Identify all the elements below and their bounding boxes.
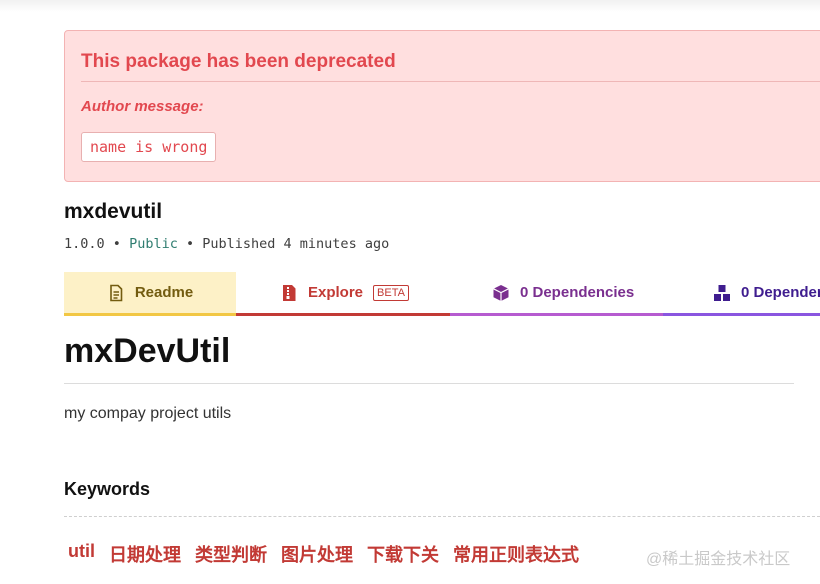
keywords-divider (64, 516, 820, 517)
readme-description: my compay project utils (64, 405, 232, 422)
document-icon (107, 284, 125, 302)
boxes-icon (713, 284, 731, 302)
tab-readme-label: Readme (134, 284, 194, 301)
package-tabs: Readme Explore BETA 0 Dependencies 0 Dep… (64, 272, 820, 316)
tab-dependencies-label: 0 Dependencies (520, 284, 635, 301)
readme-divider (64, 383, 794, 384)
package-version: 1.0.0 (64, 236, 105, 252)
keyword-link[interactable]: 常用正则表达式 (453, 541, 579, 567)
tab-dependents-label: 0 Dependen (741, 284, 820, 301)
file-zip-icon (280, 284, 298, 302)
tab-readme[interactable]: Readme (64, 272, 236, 316)
keywords-title: Keywords (64, 479, 151, 499)
box-icon (492, 284, 510, 302)
package-meta: 1.0.0 • Public • Published 4 minutes ago (64, 236, 389, 252)
meta-separator: • (112, 236, 121, 252)
meta-separator: • (185, 236, 195, 252)
tab-dependents[interactable]: 0 Dependen (663, 272, 820, 316)
beta-badge: BETA (373, 284, 409, 301)
package-name: mxdevutil (64, 200, 163, 223)
deprecation-title: This package has been deprecated (81, 51, 396, 72)
keywords-list: util 日期处理 类型判断 图片处理 下载下关 常用正则表达式 (68, 541, 579, 567)
top-bar-shadow (0, 0, 820, 12)
package-visibility: Public (129, 236, 178, 252)
author-message-label: Author message: (81, 98, 204, 115)
tab-dependencies[interactable]: 0 Dependencies (450, 272, 663, 316)
keyword-link[interactable]: 类型判断 (195, 541, 267, 567)
banner-divider (81, 81, 820, 82)
watermark: @稀土掘金技术社区 (646, 551, 791, 568)
deprecation-banner: This package has been deprecated Author … (64, 30, 820, 182)
keyword-link[interactable]: 图片处理 (281, 541, 353, 567)
tab-explore-label: Explore (308, 284, 364, 301)
author-message: name is wrong (81, 132, 217, 162)
tab-explore[interactable]: Explore BETA (236, 272, 450, 316)
keyword-link[interactable]: 下载下关 (367, 541, 439, 567)
keyword-link[interactable]: util (68, 541, 95, 567)
package-published: Published 4 minutes ago (202, 236, 390, 252)
keyword-link[interactable]: 日期处理 (109, 541, 181, 567)
readme-title: mxDevUtil (64, 332, 231, 370)
